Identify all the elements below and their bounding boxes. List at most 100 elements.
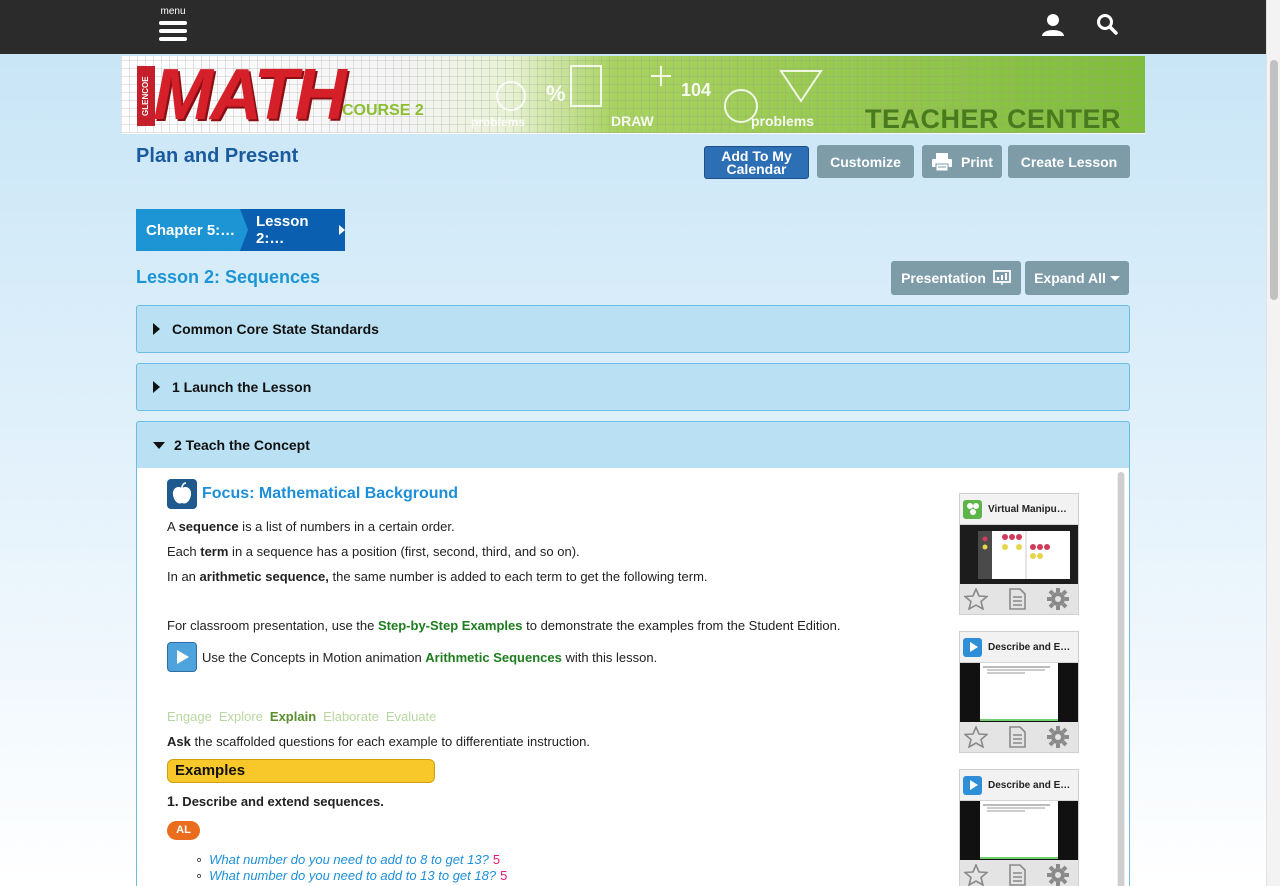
paragraph-term: Each term in a sequence has a position (… [167,544,580,560]
dropdown-caret-icon [1109,275,1120,281]
create-lesson-button[interactable]: Create Lesson [1008,145,1130,178]
section-header-common-core[interactable]: Common Core State Standards [137,306,1129,352]
star-icon[interactable] [964,588,988,610]
star-icon[interactable] [964,864,988,886]
document-icon[interactable] [1008,726,1026,748]
expand-all-button[interactable]: Expand All [1025,261,1129,295]
page-scrollbar[interactable] [1266,0,1280,886]
svg-text:%: % [546,81,566,106]
expand-arrow-icon [153,323,160,335]
phase-explore: Explore [218,709,263,724]
resource-card-describe-extend-2[interactable]: Describe and E… [959,769,1079,886]
resource-card-virtual-manipulatives[interactable]: Virtual Manipu… [959,493,1079,615]
star-icon[interactable] [964,726,988,748]
examples-banner: Examples [167,759,435,783]
print-button[interactable]: Print [922,145,1002,178]
level-badge-al: AL [167,821,200,840]
add-to-calendar-label-2: Calendar [726,160,787,177]
gear-icon[interactable] [1046,725,1070,749]
paragraph-arithmetic: In an arithmetic sequence, the same numb… [167,569,708,585]
paragraph-ask: Ask the scaffolded questions for each ex… [167,734,590,750]
print-label: Print [961,153,993,170]
play-icon [963,637,982,657]
document-icon[interactable] [1008,588,1026,610]
presentation-label: Presentation [901,270,986,286]
step-by-step-examples-link[interactable]: Step-by-Step Examples [378,618,523,633]
text: Each [167,544,201,559]
printer-icon [932,152,953,171]
banner-teacher-center: TEACHER CENTER [865,104,1122,134]
breadcrumb-chapter[interactable]: Chapter 5:… [136,209,248,251]
section-scrollbar-thumb[interactable] [1118,472,1124,886]
question-text: What number do you need to add to 13 to … [209,868,497,883]
section-common-core: Common Core State Standards [136,305,1130,353]
text: to demonstrate the examples from the Stu… [522,618,841,633]
resource-card-describe-extend-1[interactable]: Describe and E… [959,631,1079,753]
section-label: 1 Launch the Lesson [172,379,312,395]
menu-button[interactable]: menu [156,7,190,45]
breadcrumb-lesson-label: Lesson 2:… [256,213,309,247]
question-text: What number do you need to add to 8 to g… [209,852,489,867]
presentation-board-icon [993,270,1011,285]
user-icon[interactable] [1041,13,1065,37]
concepts-in-motion-row: Use the Concepts in Motion animation Ari… [167,642,657,672]
example-number: 1. [167,793,179,809]
phase-engage: Engage [167,709,212,724]
customize-button[interactable]: Customize [817,145,914,178]
text: with this lesson. [561,649,658,665]
bullet: ∘ [195,868,204,883]
add-to-calendar-button[interactable]: Add To My Calendar [704,146,809,179]
term-sequence: sequence [178,519,239,534]
term-term: term [200,544,229,559]
breadcrumb-lesson[interactable]: Lesson 2:… [240,209,345,251]
focus-heading: Focus: Mathematical Background [167,479,458,509]
lesson-title: Lesson 2: Sequences [136,267,321,287]
term-arithmetic-sequence: arithmetic sequence, [199,569,329,584]
collapse-arrow-icon [153,441,165,449]
breadcrumb: Chapter 5:… Lesson 2:… [136,209,345,251]
resource-thumbnail [960,663,1078,722]
search-icon[interactable] [1096,13,1118,35]
phase-elaborate: Elaborate [323,709,379,724]
section-label: 2 Teach the Concept [174,437,310,453]
card-header: Describe and E… [960,770,1078,801]
section-scrollbar[interactable] [1117,472,1125,886]
concepts-in-motion-text: Use the Concepts in Motion animation Ari… [202,650,657,665]
answer: 5 [492,852,501,867]
text: For classroom presentation, use the [167,618,378,633]
focus-title: Focus: Mathematical Background [202,485,459,502]
svg-text:DRAW: DRAW [611,113,655,129]
section-label: Common Core State Standards [172,321,379,337]
gear-icon[interactable] [1046,863,1070,886]
svg-text:problems: problems [751,113,814,129]
phase-labels: Engage Explore Explain Elaborate Evaluate [167,709,443,724]
scrollbar-thumb[interactable] [1270,60,1278,300]
thumbnail-image [960,801,1078,860]
bullet: ∘ [195,852,204,867]
question-item: ∘ What number do you need to add to 13 to… [195,868,507,884]
manipulatives-icon [963,499,982,519]
card-header: Virtual Manipu… [960,494,1078,525]
play-icon [963,775,982,795]
paragraph-sequence: A sequence is a list of numbers in a cer… [167,519,455,535]
phase-evaluate: Evaluate [385,709,437,724]
document-icon[interactable] [1008,864,1026,886]
section-header-launch-lesson[interactable]: 1 Launch the Lesson [137,364,1129,410]
card-header: Describe and E… [960,632,1078,663]
play-icon[interactable] [167,642,197,672]
menu-icon [159,21,187,41]
presentation-button[interactable]: Presentation [891,261,1021,295]
text: In an [167,569,200,584]
card-actions [960,584,1078,614]
section-header-teach-concept[interactable]: 2 Teach the Concept [137,422,1129,468]
section-launch-lesson: 1 Launch the Lesson [136,363,1130,411]
math-banner: problems % DRAW 104 problems GLENCOE MAT… [121,56,1145,134]
arithmetic-sequences-link[interactable]: Arithmetic Sequences [425,650,562,665]
apple-icon [167,479,197,509]
text: is a list of numbers in a certain order. [238,519,455,534]
svg-text:problems: problems [471,115,525,129]
breadcrumb-chapter-label: Chapter 5:… [146,221,236,239]
gear-icon[interactable] [1046,587,1070,611]
phase-explain: Explain [269,709,317,724]
card-title: Virtual Manipu… [988,503,1067,515]
